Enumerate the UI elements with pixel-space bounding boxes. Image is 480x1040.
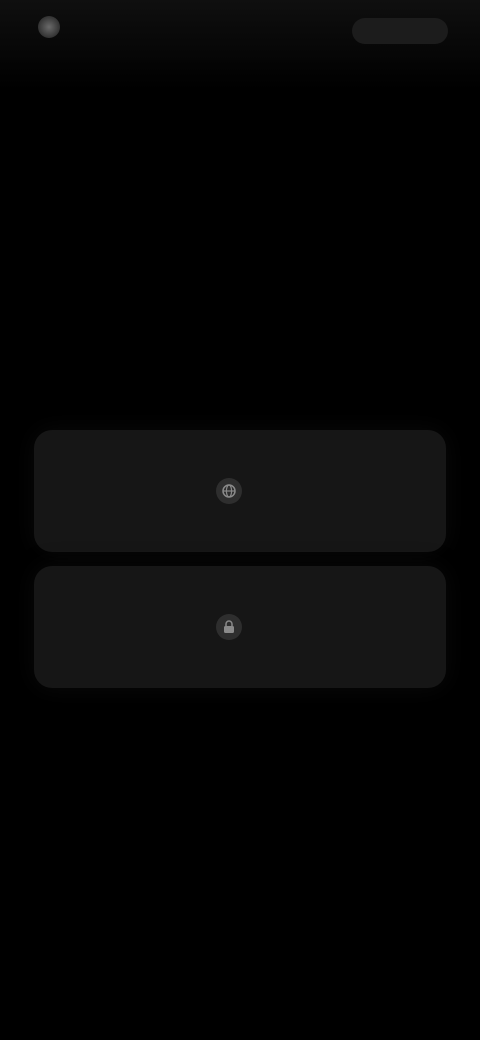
globe-icon xyxy=(38,16,60,38)
globe-icon xyxy=(216,478,242,504)
page-title xyxy=(28,100,328,140)
brand-name xyxy=(22,54,112,76)
app-screen xyxy=(0,0,480,1040)
option-card-1[interactable] xyxy=(34,430,446,552)
brand-logo[interactable] xyxy=(22,14,112,84)
top-header xyxy=(0,0,480,90)
option-card-2[interactable] xyxy=(34,566,446,688)
lock-icon xyxy=(216,614,242,640)
header-action-button[interactable] xyxy=(352,18,448,44)
